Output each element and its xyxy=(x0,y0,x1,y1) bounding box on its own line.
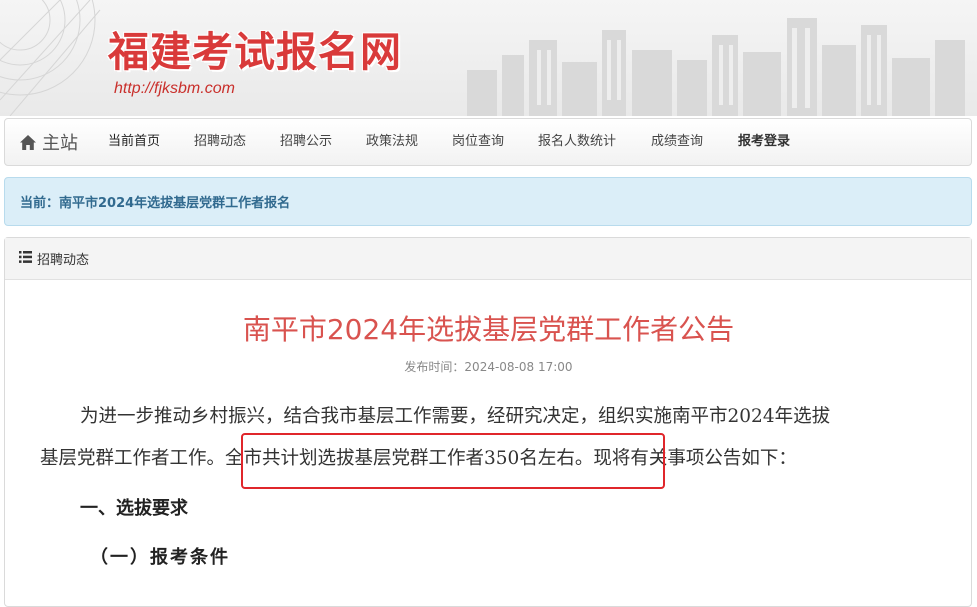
publish-time: 发布时间：2024-08-08 17:00 xyxy=(404,360,573,374)
home-icon xyxy=(19,134,37,151)
panel-header: 招聘动态 xyxy=(5,238,971,280)
article-title: 南平市2024年选拔基层党群工作者公告 xyxy=(242,313,735,346)
banner-decoration xyxy=(0,0,101,116)
nav-item[interactable]: 成绩查询 xyxy=(651,119,703,165)
nav-home-label: 主站 xyxy=(42,133,78,154)
panel-label: 招聘动态 xyxy=(37,253,90,268)
breadcrumb: 当前：南平市2024年选拔基层党群工作者报名 xyxy=(4,177,972,226)
nav-item[interactable]: 招聘动态 xyxy=(194,119,246,165)
article-paragraph-line1: 为进一步推动乡村振兴，结合我市基层工作需要，经研究决定，组织实施南平市2024年… xyxy=(80,406,831,427)
list-icon xyxy=(19,250,32,267)
header-banner: 福建考试报名网 http://fjksbm.com xyxy=(0,0,977,116)
site-title: 福建考试报名网 xyxy=(108,28,402,76)
nav-item[interactable]: 政策法规 xyxy=(366,119,418,165)
red-highlight-box xyxy=(241,433,665,489)
city-skyline xyxy=(467,18,965,116)
nav-home-link[interactable]: 主站 xyxy=(19,119,78,165)
nav-item[interactable]: 报名人数统计 xyxy=(538,119,616,165)
nav-item[interactable]: 岗位查询 xyxy=(452,119,504,165)
nav-item[interactable]: 当前首页 xyxy=(108,119,160,165)
nav-item[interactable]: 招聘公示 xyxy=(280,119,332,165)
section-heading: 一、选拔要求 xyxy=(80,498,188,519)
main-navbar: 主站 当前首页 招聘动态 招聘公示 政策法规 岗位查询 报名人数统计 成绩查询 报考登录 xyxy=(4,118,972,166)
paragraph-text: 基层党群工作者工作。 xyxy=(40,448,226,469)
nav-item[interactable]: 报考登录 xyxy=(738,119,790,165)
breadcrumb-text[interactable]: 当前：南平市2024年选拔基层党群工作者报名 xyxy=(20,192,290,211)
subsection-heading: （一）报考条件 xyxy=(90,547,230,568)
site-url[interactable]: http://fjksbm.com xyxy=(114,80,235,98)
